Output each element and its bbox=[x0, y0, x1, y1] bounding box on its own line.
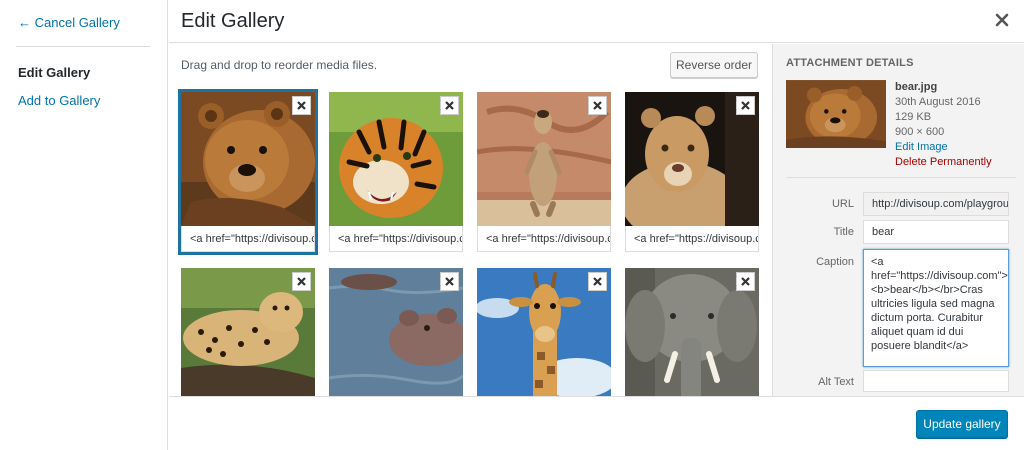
modal-header: Edit Gallery bbox=[169, 0, 1024, 43]
close-icon bbox=[741, 101, 750, 110]
item-caption[interactable]: <a href="https://divisoup.c bbox=[477, 226, 611, 252]
gallery-content: Drag and drop to reorder media files. Re… bbox=[169, 44, 771, 396]
attachment-details-heading: Attachment Details bbox=[786, 57, 914, 69]
close-button[interactable] bbox=[992, 10, 1012, 30]
gallery-item-elephant[interactable] bbox=[625, 268, 759, 396]
item-caption[interactable]: <a href="https://divisoup.c bbox=[181, 226, 315, 252]
remove-item-button[interactable] bbox=[292, 272, 311, 291]
attachment-dimensions: 900 × 600 bbox=[895, 126, 945, 138]
close-icon bbox=[593, 277, 602, 286]
caption-field[interactable]: <a href="https://divisoup.com"><b>bear</… bbox=[863, 249, 1009, 367]
remove-item-button[interactable] bbox=[736, 96, 755, 115]
gallery-item-meerkat[interactable]: <a href="https://divisoup.c bbox=[477, 92, 611, 252]
page-title: Edit Gallery bbox=[181, 10, 285, 32]
url-field[interactable]: http://divisoup.com/playground/ bbox=[863, 192, 1009, 216]
edit-image-link[interactable]: Edit Image bbox=[895, 140, 992, 155]
modal-footer: Update gallery bbox=[169, 396, 1024, 450]
close-icon bbox=[445, 101, 454, 110]
alt-text-field[interactable] bbox=[863, 370, 1009, 392]
details-divider bbox=[786, 177, 1016, 178]
close-icon bbox=[445, 277, 454, 286]
instruction-text: Drag and drop to reorder media files. bbox=[181, 58, 378, 72]
media-menu: ← Cancel Gallery Edit Gallery Add to Gal… bbox=[0, 0, 168, 450]
close-icon bbox=[593, 101, 602, 110]
attachment-details-panel: Attachment Details bear.jpg 30th August … bbox=[772, 44, 1024, 396]
menu-separator bbox=[16, 46, 150, 47]
gallery-item-lioness[interactable]: <a href="https://divisoup.c bbox=[625, 92, 759, 252]
cancel-gallery-link[interactable]: ← Cancel Gallery bbox=[18, 15, 120, 30]
remove-item-button[interactable] bbox=[736, 272, 755, 291]
attachment-date: 30th August 2016 bbox=[895, 96, 981, 108]
gallery-item-tiger[interactable]: <a href="https://divisoup.c bbox=[329, 92, 463, 252]
alt-text-label: Alt Text bbox=[818, 376, 854, 388]
menu-item-add-to-gallery[interactable]: Add to Gallery bbox=[18, 93, 100, 108]
close-icon bbox=[995, 13, 1009, 27]
item-caption[interactable]: <a href="https://divisoup.c bbox=[329, 226, 463, 252]
reverse-order-button[interactable]: Reverse order bbox=[670, 52, 758, 78]
item-caption[interactable]: <a href="https://divisoup.c bbox=[625, 226, 759, 252]
close-icon bbox=[297, 277, 306, 286]
gallery-item-hippo[interactable] bbox=[329, 268, 463, 396]
attachment-thumbnail bbox=[786, 80, 886, 148]
remove-item-button[interactable] bbox=[440, 272, 459, 291]
url-label: URL bbox=[831, 198, 854, 210]
attachment-meta: bear.jpg 30th August 2016 129 KB 900 × 6… bbox=[895, 80, 992, 170]
gallery-item-leopard[interactable] bbox=[181, 268, 315, 396]
attachment-filename: bear.jpg bbox=[895, 81, 938, 93]
gallery-item-giraffe[interactable] bbox=[477, 268, 611, 396]
remove-item-button[interactable] bbox=[588, 272, 607, 291]
delete-permanently-link[interactable]: Delete Permanently bbox=[895, 155, 992, 170]
close-icon bbox=[741, 277, 750, 286]
gallery-item-bear[interactable]: <a href="https://divisoup.c bbox=[178, 89, 318, 255]
attachment-size: 129 KB bbox=[895, 111, 932, 123]
close-icon bbox=[297, 101, 306, 110]
caption-label: Caption bbox=[816, 256, 854, 268]
title-label: Title bbox=[833, 226, 854, 238]
remove-item-button[interactable] bbox=[440, 96, 459, 115]
title-field[interactable]: bear bbox=[863, 220, 1009, 244]
remove-item-button[interactable] bbox=[292, 96, 311, 115]
update-gallery-button[interactable]: Update gallery bbox=[916, 410, 1008, 438]
remove-item-button[interactable] bbox=[588, 96, 607, 115]
menu-item-edit-gallery[interactable]: Edit Gallery bbox=[18, 65, 90, 80]
